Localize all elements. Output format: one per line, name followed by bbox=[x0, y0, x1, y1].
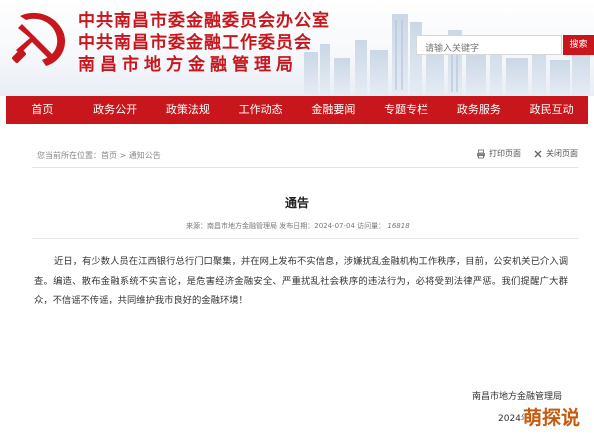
date-label: 发布日期： bbox=[279, 222, 315, 230]
close-icon bbox=[534, 150, 542, 157]
nav-item-home[interactable]: 首页 bbox=[6, 96, 79, 124]
article-title: 通告 bbox=[284, 196, 309, 210]
divider bbox=[32, 238, 578, 239]
site-title-line: 中共南昌市委金融工作委员会 bbox=[78, 33, 312, 53]
watermark-text: 萌探说 bbox=[523, 407, 581, 429]
watermark: 萌探说 bbox=[523, 400, 591, 432]
site-titles: 中共南昌市委金融委员会办公室 中共南昌市委金融工作委员会 南昌市地方金融管理局 bbox=[78, 10, 330, 76]
nav-item-government-affairs[interactable]: 政务公开 bbox=[79, 96, 152, 124]
nav-item-services[interactable]: 政务服务 bbox=[443, 96, 516, 124]
print-page-button[interactable]: 打印页面 bbox=[476, 148, 521, 159]
visits-label: 访问量： bbox=[357, 222, 386, 230]
nav-item-special-topics[interactable]: 专题专栏 bbox=[370, 96, 443, 124]
visits-count: 16818 bbox=[387, 222, 410, 230]
date-value: 2024-07-04 bbox=[314, 222, 355, 230]
page-tools: 打印页面 关闭页面 bbox=[476, 148, 578, 159]
close-page-label: 关闭页面 bbox=[546, 149, 578, 158]
main-nav: 首页 政务公开 政策法规 工作动态 金融要闻 专题专栏 政务服务 政民互动 bbox=[6, 96, 588, 124]
article-body: 近日，有少数人员在江西银行总行门口聚集，并在网上发布不实信息，涉嫌扰乱金融机构工… bbox=[34, 256, 568, 306]
article-meta: 来源：南昌市地方金融管理局 发布日期：2024-07-04 访问量： 16818 bbox=[186, 221, 410, 231]
search-input[interactable] bbox=[417, 40, 561, 58]
site-title-line: 中共南昌市委金融委员会办公室 bbox=[78, 11, 330, 31]
nav-item-finance-news[interactable]: 金融要闻 bbox=[297, 96, 370, 124]
site-title-line: 南昌市地方金融管理局 bbox=[78, 55, 298, 75]
printer-icon bbox=[477, 149, 485, 158]
nav-item-work-news[interactable]: 工作动态 bbox=[224, 96, 297, 124]
breadcrumb[interactable]: 您当前所在位置：首页 > 通知公告 bbox=[37, 150, 161, 161]
search-button[interactable]: 搜索 bbox=[563, 35, 594, 55]
source-value: 南昌市地方金融管理局 bbox=[207, 222, 277, 230]
party-emblem-icon bbox=[12, 12, 66, 66]
divider bbox=[32, 167, 578, 168]
search-field[interactable] bbox=[416, 35, 562, 58]
source-label: 来源： bbox=[186, 222, 207, 230]
breadcrumb-row: 您当前所在位置：首页 > 通知公告 打印页面 关闭页面 bbox=[32, 148, 578, 166]
site-header: 中共南昌市委金融委员会办公室 中共南昌市委金融工作委员会 南昌市地方金融管理局 … bbox=[0, 0, 594, 96]
nav-item-interaction[interactable]: 政民互动 bbox=[515, 96, 588, 124]
close-page-button[interactable]: 关闭页面 bbox=[533, 148, 578, 159]
nav-item-policies[interactable]: 政策法规 bbox=[152, 96, 225, 124]
print-page-label: 打印页面 bbox=[489, 149, 521, 158]
